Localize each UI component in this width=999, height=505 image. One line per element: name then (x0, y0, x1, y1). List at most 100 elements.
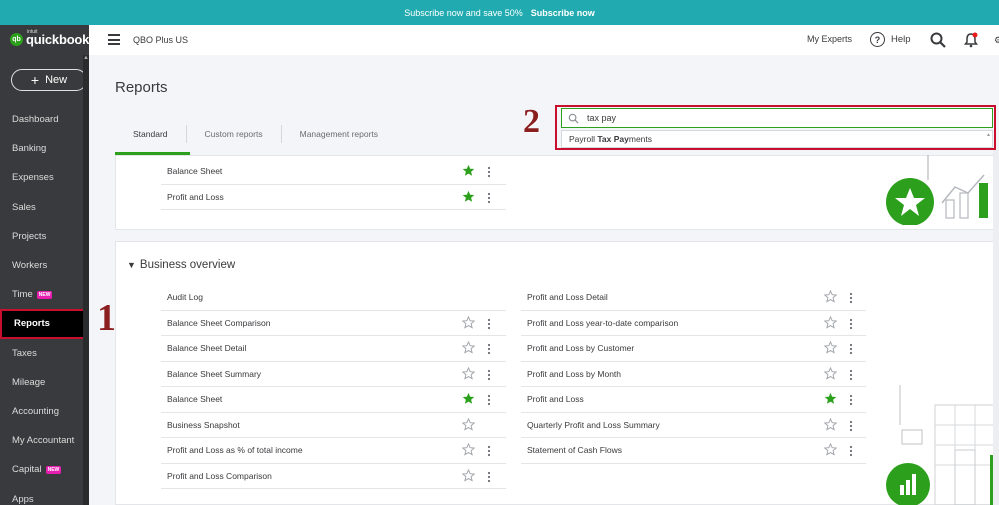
more-options-icon[interactable] (849, 318, 853, 330)
favorite-star-filled-icon[interactable] (462, 392, 475, 405)
report-row[interactable]: Quarterly Profit and Loss Summary (521, 413, 866, 438)
sidebar-item-time[interactable]: TimeNEW› (0, 280, 89, 309)
more-options-icon[interactable] (487, 192, 491, 204)
report-search-input[interactable] (587, 113, 887, 123)
more-options-icon[interactable] (849, 445, 853, 457)
my-experts-link[interactable]: My Experts (807, 34, 852, 44)
notification-bell-icon[interactable] (963, 32, 979, 48)
report-row[interactable]: Profit and Loss by Month (521, 362, 866, 387)
report-row[interactable]: Audit Log (161, 285, 506, 311)
hamburger-menu-icon[interactable] (108, 34, 120, 48)
sidebar-item-taxes[interactable]: Taxes› (0, 339, 89, 368)
favorite-star-icon[interactable] (824, 341, 837, 354)
report-row[interactable]: Statement of Cash Flows (521, 438, 866, 464)
more-options-icon[interactable] (487, 369, 491, 381)
business-overview-header[interactable]: ▼ Business overview (127, 259, 235, 271)
more-options-icon[interactable] (487, 166, 491, 178)
report-link[interactable]: Business Snapshot (167, 420, 240, 430)
report-row[interactable]: Profit and Loss (521, 387, 866, 413)
favorite-star-icon[interactable] (462, 315, 475, 329)
more-options-icon[interactable] (849, 394, 853, 406)
quickbooks-logo[interactable]: qb intuit quickbooks (10, 29, 96, 47)
report-search-box[interactable] (561, 108, 993, 128)
report-row[interactable]: Balance Sheet Comparison (161, 311, 506, 336)
sidebar-item-mileage[interactable]: Mileage (0, 368, 89, 397)
sidebar-item-sales[interactable]: Sales› (0, 193, 89, 222)
page-scrollbar[interactable] (993, 150, 999, 505)
more-options-icon[interactable] (487, 471, 491, 483)
report-link[interactable]: Profit and Loss Comparison (167, 471, 272, 481)
tab-custom-reports[interactable]: Custom reports (187, 125, 282, 143)
sidebar-item-projects[interactable]: Projects (0, 222, 89, 251)
scroll-up-icon[interactable]: ▲ (83, 55, 89, 61)
favorite-star-icon[interactable] (824, 443, 837, 456)
sidebar-item-workers[interactable]: Workers› (0, 251, 89, 280)
sidebar-item-my-accountant[interactable]: My Accountant (0, 426, 89, 455)
favorite-star-icon[interactable] (462, 468, 475, 482)
favorite-star-icon[interactable] (462, 417, 475, 431)
new-button[interactable]: + New (11, 69, 87, 91)
report-row[interactable]: Balance Sheet Detail (161, 336, 506, 362)
more-options-icon[interactable] (487, 318, 491, 330)
collapse-chevron-icon[interactable]: ▼ (127, 260, 136, 270)
favorite-star-icon[interactable] (462, 443, 475, 456)
favorite-star-icon[interactable] (462, 366, 475, 380)
favorite-star-icon[interactable] (824, 417, 837, 431)
more-options-icon[interactable] (849, 369, 853, 381)
report-row[interactable]: Profit and Loss by Customer (521, 336, 866, 362)
sidebar-item-dashboard[interactable]: Dashboard (0, 105, 89, 134)
subscribe-link[interactable]: Subscribe now (531, 8, 595, 18)
tab-standard[interactable]: Standard (115, 125, 187, 143)
gear-icon[interactable]: ⚙ (994, 35, 999, 46)
more-options-icon[interactable] (849, 292, 853, 304)
report-row[interactable]: Balance Sheet (161, 159, 506, 185)
report-row[interactable]: Profit and Loss Comparison (161, 464, 506, 489)
report-row[interactable]: Profit and Loss Detail (521, 285, 866, 311)
report-row[interactable]: Profit and Loss (161, 185, 506, 210)
report-link[interactable]: Balance Sheet Comparison (167, 318, 270, 328)
sidebar-scrollbar[interactable]: ▲ (83, 55, 89, 505)
report-link[interactable]: Profit and Loss (527, 394, 584, 404)
more-options-icon[interactable] (849, 420, 853, 432)
report-link[interactable]: Profit and Loss year-to-date comparison (527, 318, 678, 328)
report-row[interactable]: Profit and Loss as % of total income (161, 438, 506, 464)
sidebar-item-reports[interactable]: Reports (0, 309, 89, 339)
sidebar-item-capital[interactable]: CapitalNEW› (0, 455, 89, 484)
report-row[interactable]: Balance Sheet (161, 387, 506, 413)
dropdown-scroll-icon[interactable]: ▲ (986, 132, 991, 138)
report-link[interactable]: Audit Log (167, 292, 203, 302)
favorite-star-icon[interactable] (824, 290, 837, 303)
report-row[interactable]: Business Snapshot (161, 413, 506, 438)
favorite-star-icon[interactable] (824, 315, 837, 329)
report-link[interactable]: Balance Sheet (167, 394, 222, 404)
search-suggestion-item[interactable]: Payroll Tax Pay ments ▲ (561, 130, 993, 148)
favorite-star-filled-icon[interactable] (824, 392, 837, 405)
favorite-star-filled-icon[interactable] (462, 190, 475, 203)
favorite-star-filled-icon[interactable] (462, 164, 475, 177)
report-link[interactable]: Profit and Loss as % of total income (167, 445, 303, 455)
more-options-icon[interactable] (487, 343, 491, 355)
sidebar-item-apps[interactable]: Apps (0, 484, 89, 505)
sidebar-item-expenses[interactable]: Expenses› (0, 163, 89, 192)
report-link[interactable]: Quarterly Profit and Loss Summary (527, 420, 660, 430)
report-row[interactable]: Balance Sheet Summary (161, 362, 506, 387)
more-options-icon[interactable] (849, 343, 853, 355)
help-icon[interactable]: ? (870, 32, 885, 47)
sidebar-item-banking[interactable]: Banking› (0, 134, 89, 163)
report-link[interactable]: Profit and Loss by Month (527, 369, 621, 379)
report-link[interactable]: Balance Sheet Summary (167, 369, 261, 379)
sidebar-item-accounting[interactable]: Accounting› (0, 397, 89, 426)
search-icon[interactable] (930, 32, 946, 48)
report-row[interactable]: Profit and Loss year-to-date comparison (521, 311, 866, 336)
report-link[interactable]: Balance Sheet Detail (167, 343, 246, 353)
help-link[interactable]: Help (891, 34, 911, 45)
report-link[interactable]: Profit and Loss Detail (527, 292, 608, 302)
favorite-star-icon[interactable] (824, 366, 837, 380)
tab-management-reports[interactable]: Management reports (282, 125, 396, 143)
report-link[interactable]: Statement of Cash Flows (527, 445, 622, 455)
report-link[interactable]: Profit and Loss (167, 192, 224, 202)
report-link[interactable]: Profit and Loss by Customer (527, 343, 634, 353)
more-options-icon[interactable] (487, 445, 491, 457)
favorite-star-icon[interactable] (462, 341, 475, 354)
report-link[interactable]: Balance Sheet (167, 166, 222, 176)
